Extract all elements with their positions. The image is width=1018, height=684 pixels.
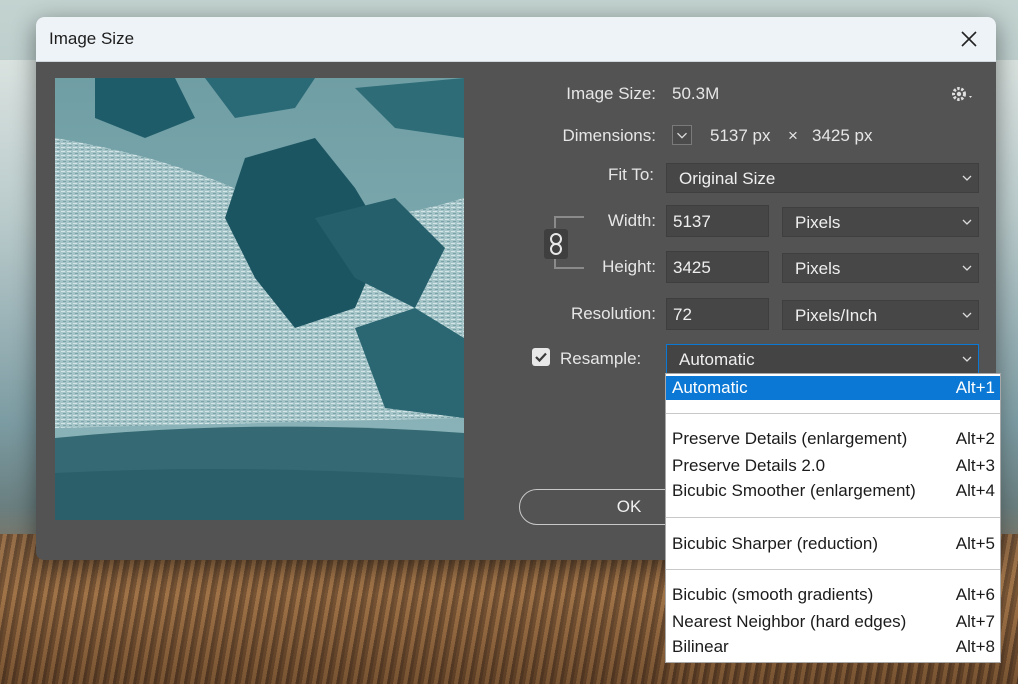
menu-item-automatic[interactable]: Automatic Alt+1 (666, 376, 1000, 400)
chevron-down-icon (962, 265, 972, 271)
width-input[interactable]: 5137 (666, 205, 769, 237)
width-label: Width: (607, 211, 656, 230)
menu-separator (666, 413, 1000, 414)
dimensions-height: 3425 px (812, 126, 873, 145)
dimensions-times: × (788, 126, 798, 145)
resample-value: Automatic (679, 350, 755, 369)
close-icon[interactable] (956, 26, 982, 52)
resolution-input[interactable]: 72 (666, 298, 769, 330)
fit-to-label: Fit To: (608, 165, 654, 184)
width-unit-value: Pixels (795, 213, 841, 232)
image-size-value: 50.3M (672, 84, 720, 103)
title-bar: Image Size (36, 17, 996, 62)
menu-item-nearest-neighbor[interactable]: Nearest Neighbor (hard edges) Alt+7 (666, 610, 1000, 634)
menu-item-bicubic-sharper[interactable]: Bicubic Sharper (reduction) Alt+5 (666, 532, 1000, 556)
chevron-down-icon (962, 356, 972, 362)
chain-link-icon[interactable] (544, 229, 568, 259)
image-size-label: Image Size: (566, 84, 656, 103)
width-unit-select[interactable]: Pixels (782, 207, 979, 237)
height-unit-select[interactable]: Pixels (782, 253, 979, 283)
menu-separator (666, 517, 1000, 518)
dimensions-unit-toggle[interactable] (672, 125, 692, 145)
height-input[interactable]: 3425 (666, 251, 769, 283)
fit-to-select[interactable]: Original Size (666, 163, 979, 193)
resolution-unit-select[interactable]: Pixels/Inch (782, 300, 979, 330)
resample-menu: Automatic Alt+1 Preserve Details (enlarg… (665, 373, 1001, 663)
menu-item-preserve-details[interactable]: Preserve Details (enlargement) Alt+2 (666, 427, 1000, 451)
dimensions-width: 5137 px (710, 126, 771, 145)
resample-select[interactable]: Automatic (666, 344, 979, 374)
gear-icon[interactable] (950, 84, 976, 104)
resample-checkbox[interactable] (532, 348, 550, 366)
menu-item-bicubic[interactable]: Bicubic (smooth gradients) Alt+6 (666, 583, 1000, 607)
resolution-label: Resolution: (570, 304, 656, 323)
chevron-down-icon (962, 219, 972, 225)
resample-label: Resample: (560, 349, 642, 368)
resolution-unit-value: Pixels/Inch (795, 306, 878, 325)
menu-separator (666, 569, 1000, 570)
chevron-down-icon (962, 175, 972, 181)
menu-item-bicubic-smoother[interactable]: Bicubic Smoother (enlargement) Alt+4 (666, 479, 1000, 503)
dialog-title: Image Size (49, 29, 135, 48)
menu-item-bilinear[interactable]: Bilinear Alt+8 (666, 635, 1000, 659)
menu-item-preserve-details-2[interactable]: Preserve Details 2.0 Alt+3 (666, 454, 1000, 478)
fit-to-value: Original Size (679, 169, 776, 188)
height-unit-value: Pixels (795, 259, 841, 278)
image-preview[interactable] (55, 78, 464, 520)
chevron-down-icon (962, 312, 972, 318)
dimensions-label: Dimensions: (562, 126, 656, 145)
height-label: Height: (602, 257, 656, 276)
